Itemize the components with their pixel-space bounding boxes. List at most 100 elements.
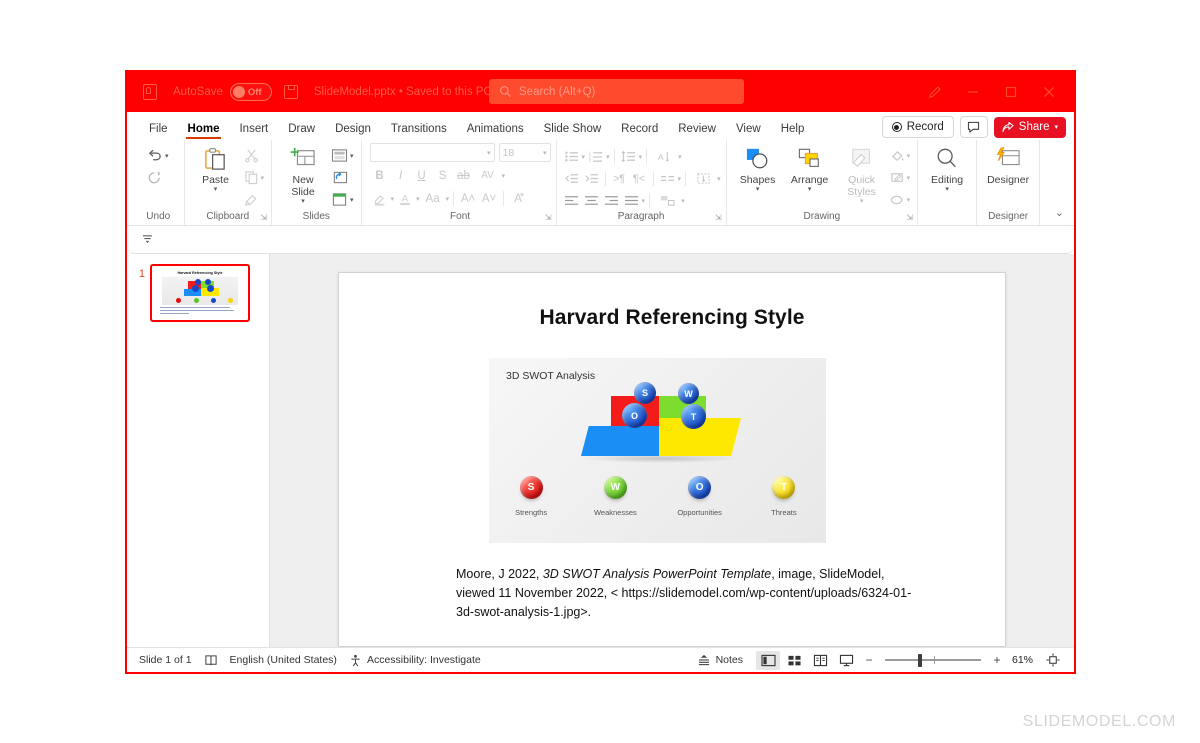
share-button[interactable]: Share ▾ (993, 116, 1066, 138)
italic-button[interactable]: I (391, 166, 411, 185)
align-text-chevron-down-icon[interactable]: ▾ (717, 175, 721, 183)
paste-button[interactable]: Paste ▾ (190, 143, 242, 194)
tab-draw[interactable]: Draw (278, 121, 325, 140)
reset-button[interactable] (329, 168, 356, 187)
align-text-icon[interactable] (690, 169, 716, 188)
designer-button[interactable]: Designer (982, 143, 1034, 186)
line-spacing-icon[interactable] (619, 147, 638, 166)
slide-canvas[interactable]: Harvard Referencing Style 3D SWOT Analys… (270, 254, 1074, 647)
tab-home[interactable]: Home (178, 121, 230, 140)
comment-button[interactable] (959, 116, 988, 138)
tab-review[interactable]: Review (668, 121, 726, 140)
justify-icon[interactable] (622, 191, 641, 210)
copy-button[interactable]: ▾ (242, 168, 267, 187)
shapes-chevron-down-icon[interactable]: ▾ (756, 186, 760, 194)
reading-view-button[interactable] (808, 651, 832, 670)
decrease-indent-icon[interactable] (562, 169, 581, 188)
change-case-chevron-down-icon[interactable]: ▾ (446, 195, 450, 203)
tab-animations[interactable]: Animations (457, 121, 534, 140)
align-center-icon[interactable] (582, 191, 601, 210)
layout-button[interactable]: ▾ (329, 146, 356, 165)
arrange-chevron-down-icon[interactable]: ▾ (808, 186, 812, 194)
text-shadow-button[interactable]: S (433, 166, 453, 185)
shape-outline-chevron-down-icon[interactable]: ▾ (907, 174, 911, 182)
slide-thumbnail-1[interactable]: Harvard Referencing Style (150, 264, 250, 322)
bullets-icon[interactable] (562, 147, 581, 166)
zoom-slider-thumb[interactable] (918, 653, 922, 667)
font-color-chevron-down-icon[interactable]: ▾ (416, 195, 420, 203)
document-title[interactable]: SlideModel.pptx • Saved to this PC (314, 86, 492, 98)
layout-chevron-down-icon[interactable]: ▾ (350, 152, 354, 160)
font-dialog-launcher[interactable]: ⇲ (545, 213, 552, 222)
strip-dropdown-icon[interactable] (141, 234, 154, 245)
font-color-icon[interactable]: A (395, 189, 415, 208)
font-size-input[interactable]: 18 ▾ (498, 143, 551, 162)
tab-help[interactable]: Help (771, 121, 815, 140)
new-slide-chevron-down-icon[interactable]: ▾ (301, 198, 305, 206)
zoom-in-button[interactable]: + (988, 651, 1006, 670)
autosave-toggle[interactable]: Off (229, 83, 272, 101)
slide-editor[interactable]: Harvard Referencing Style 3D SWOT Analys… (338, 272, 1006, 647)
zoom-level-label[interactable]: 61% (1007, 654, 1033, 666)
tab-file[interactable]: File (139, 121, 178, 140)
tab-transitions[interactable]: Transitions (381, 121, 457, 140)
tab-slide-show[interactable]: Slide Show (534, 121, 612, 140)
shapes-button[interactable]: Shapes ▾ (732, 143, 784, 194)
text-highlight-chevron-down-icon[interactable]: ▾ (391, 195, 395, 203)
text-direction-icon[interactable]: A (651, 147, 677, 166)
fit-to-window-icon[interactable] (1041, 651, 1065, 670)
numbering-chevron-down-icon[interactable]: ▾ (606, 153, 610, 161)
font-name-input[interactable]: ▾ (369, 143, 495, 162)
slide-show-view-button[interactable] (834, 651, 858, 670)
underline-button[interactable]: U (412, 166, 432, 185)
line-spacing-chevron-down-icon[interactable]: ▾ (639, 153, 643, 161)
convert-to-smartart-icon[interactable] (654, 191, 680, 210)
clear-formatting-icon[interactable]: A⃰ (508, 189, 528, 208)
bold-button[interactable]: B (370, 166, 390, 185)
slide-thumbnail-pane[interactable]: 1 Harvard Referencing Style (127, 254, 270, 647)
copy-chevron-down-icon[interactable]: ▾ (261, 174, 265, 182)
shape-effects-chevron-down-icon[interactable]: ▾ (907, 196, 911, 204)
shape-effects-icon[interactable]: ▾ (888, 190, 913, 209)
slide-citation-text[interactable]: Moore, J 2022, 3D SWOT Analysis PowerPoi… (456, 565, 916, 622)
font-name-chevron-down-icon[interactable]: ▾ (487, 149, 491, 157)
text-direction-chevron-down-icon[interactable]: ▾ (678, 153, 682, 161)
paste-chevron-down-icon[interactable]: ▾ (214, 186, 218, 194)
close-icon[interactable] (1030, 77, 1068, 107)
minimize-icon[interactable] (954, 77, 992, 107)
increase-indent-icon[interactable] (582, 169, 601, 188)
record-button[interactable]: Record (881, 116, 954, 138)
rtl-text-icon[interactable]: ¶< (630, 169, 649, 188)
text-highlight-icon[interactable] (370, 189, 390, 208)
section-button[interactable]: ▾ (329, 190, 356, 209)
accessibility-status[interactable]: Accessibility: Investigate (349, 654, 481, 667)
collapse-ribbon-icon[interactable]: ⌄ (1055, 206, 1064, 219)
redo-button[interactable] (144, 168, 171, 187)
editing-button[interactable]: Editing ▾ (923, 143, 971, 194)
new-slide-button[interactable]: New Slide ▾ (277, 143, 329, 206)
clipboard-dialog-launcher[interactable]: ⇲ (260, 213, 267, 222)
arrange-button[interactable]: Arrange ▾ (784, 143, 836, 194)
thumbnail-row[interactable]: 1 Harvard Referencing Style (127, 264, 250, 322)
accessibility-book-icon[interactable] (204, 654, 218, 667)
maximize-icon[interactable] (992, 77, 1030, 107)
tab-record[interactable]: Record (611, 121, 668, 140)
zoom-out-button[interactable]: − (860, 651, 878, 670)
align-left-icon[interactable] (562, 191, 581, 210)
normal-view-button[interactable] (756, 650, 780, 670)
search-input[interactable]: Search (Alt+Q) (489, 79, 744, 104)
drawing-dialog-launcher[interactable]: ⇲ (906, 213, 913, 222)
shape-fill-icon[interactable]: ▾ (888, 146, 913, 165)
zoom-slider[interactable] (885, 651, 981, 669)
increase-font-size-button[interactable]: A˄ (458, 189, 478, 208)
undo-button[interactable]: ▾ (144, 146, 171, 165)
ltr-text-icon[interactable]: >¶ (610, 169, 629, 188)
share-chevron-down-icon[interactable]: ▾ (1054, 123, 1058, 131)
justify-chevron-down-icon[interactable]: ▾ (642, 197, 646, 205)
undo-chevron-down-icon[interactable]: ▾ (165, 152, 169, 160)
editing-chevron-down-icon[interactable]: ▾ (945, 186, 949, 194)
character-spacing-button[interactable]: AV (475, 166, 501, 185)
change-case-button[interactable]: Aa (421, 189, 445, 208)
decrease-font-size-button[interactable]: A˅ (479, 189, 499, 208)
font-size-chevron-down-icon[interactable]: ▾ (543, 149, 547, 157)
